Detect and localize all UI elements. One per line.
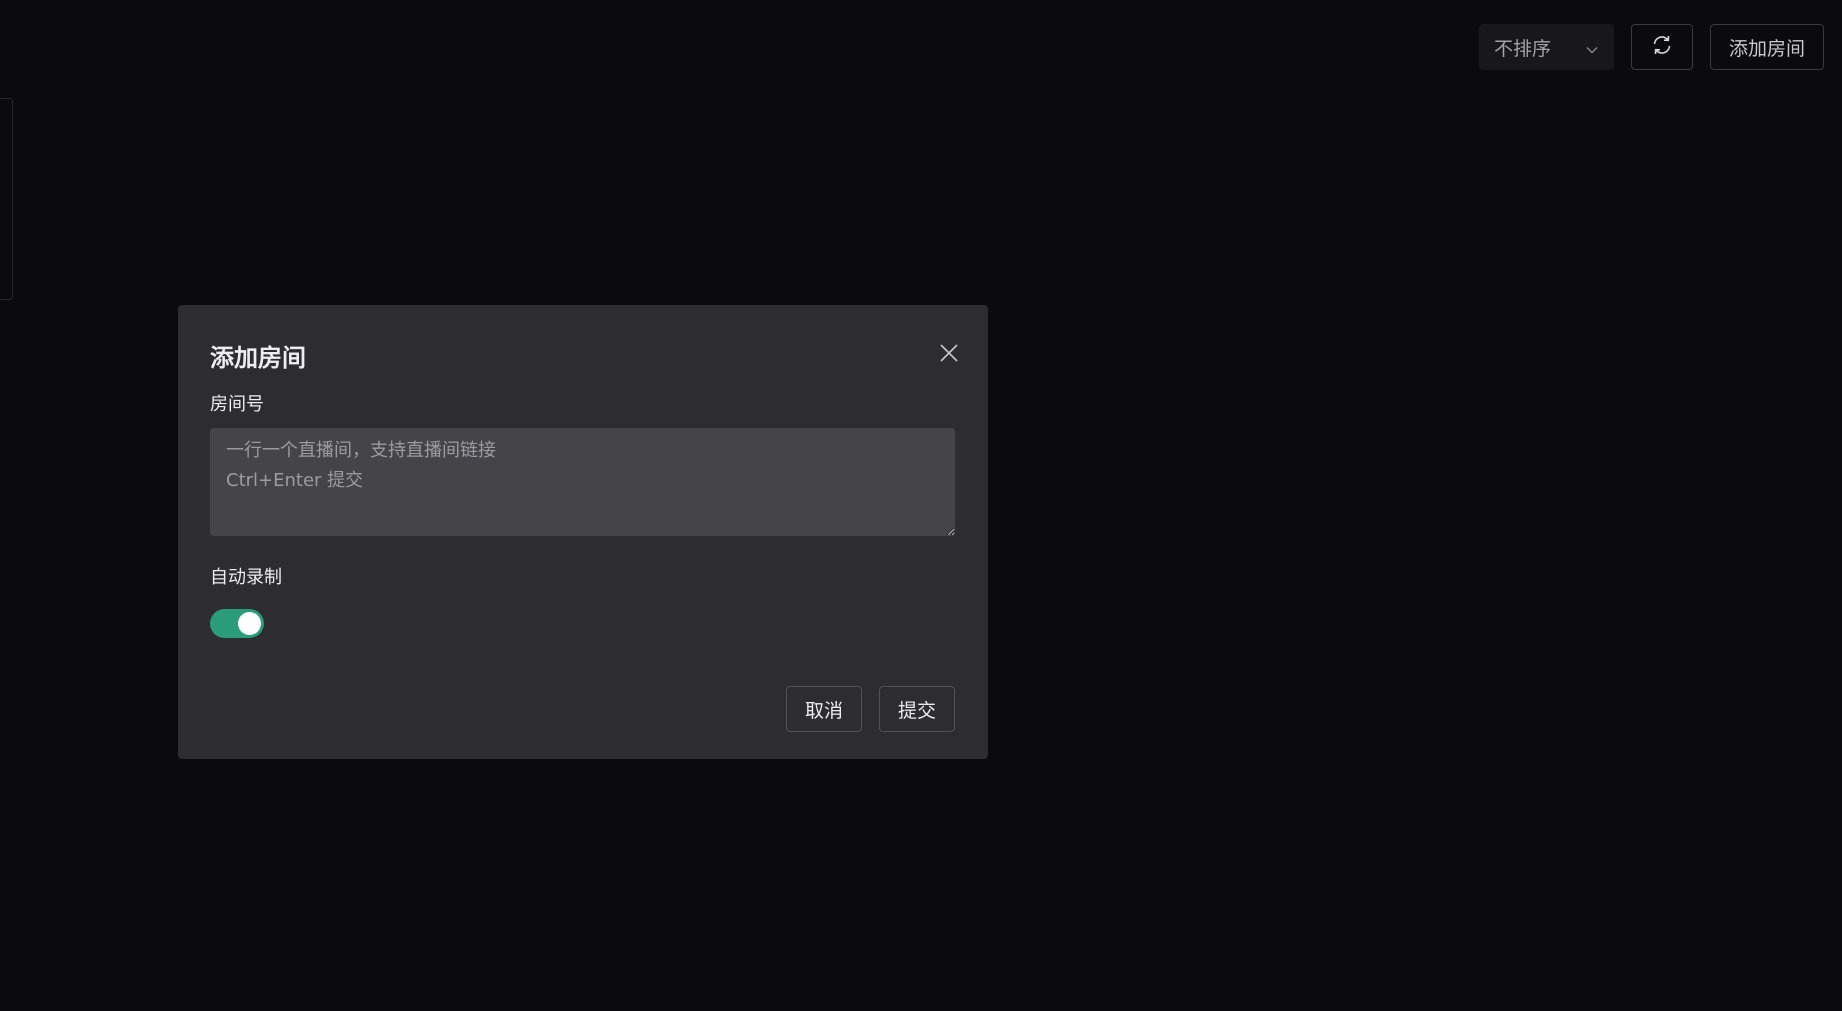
room-number-label: 房间号: [210, 394, 264, 415]
close-icon: [939, 343, 959, 367]
dialog-header: 添加房间: [210, 337, 958, 373]
add-room-dialog: 添加房间 房间号 自动录制 取消 提交: [178, 305, 988, 759]
room-number-textarea[interactable]: [210, 428, 955, 536]
dialog-footer: 取消 提交: [785, 686, 955, 732]
app-page: 不排序 添加房间 添加房间 房间号 一行一个直播间，支持直播间链接 Ctrl+E…: [0, 0, 1842, 1011]
left-panel-edge: [0, 98, 13, 300]
sort-select[interactable]: 不排序: [1478, 24, 1614, 70]
dialog-title: 添加房间: [210, 343, 306, 372]
refresh-button[interactable]: [1630, 24, 1693, 70]
add-room-button[interactable]: 添加房间: [1709, 24, 1824, 70]
submit-button[interactable]: 提交: [878, 686, 955, 732]
top-toolbar: 不排序 添加房间: [1478, 24, 1824, 70]
cancel-button[interactable]: 取消: [785, 686, 862, 732]
close-button[interactable]: [935, 341, 963, 369]
auto-record-toggle[interactable]: [210, 609, 264, 638]
toggle-knob: [238, 612, 261, 635]
chevron-down-icon: [1585, 40, 1599, 54]
refresh-icon: [1650, 33, 1674, 61]
auto-record-label: 自动录制: [210, 567, 282, 588]
sort-select-value: 不排序: [1493, 37, 1551, 60]
